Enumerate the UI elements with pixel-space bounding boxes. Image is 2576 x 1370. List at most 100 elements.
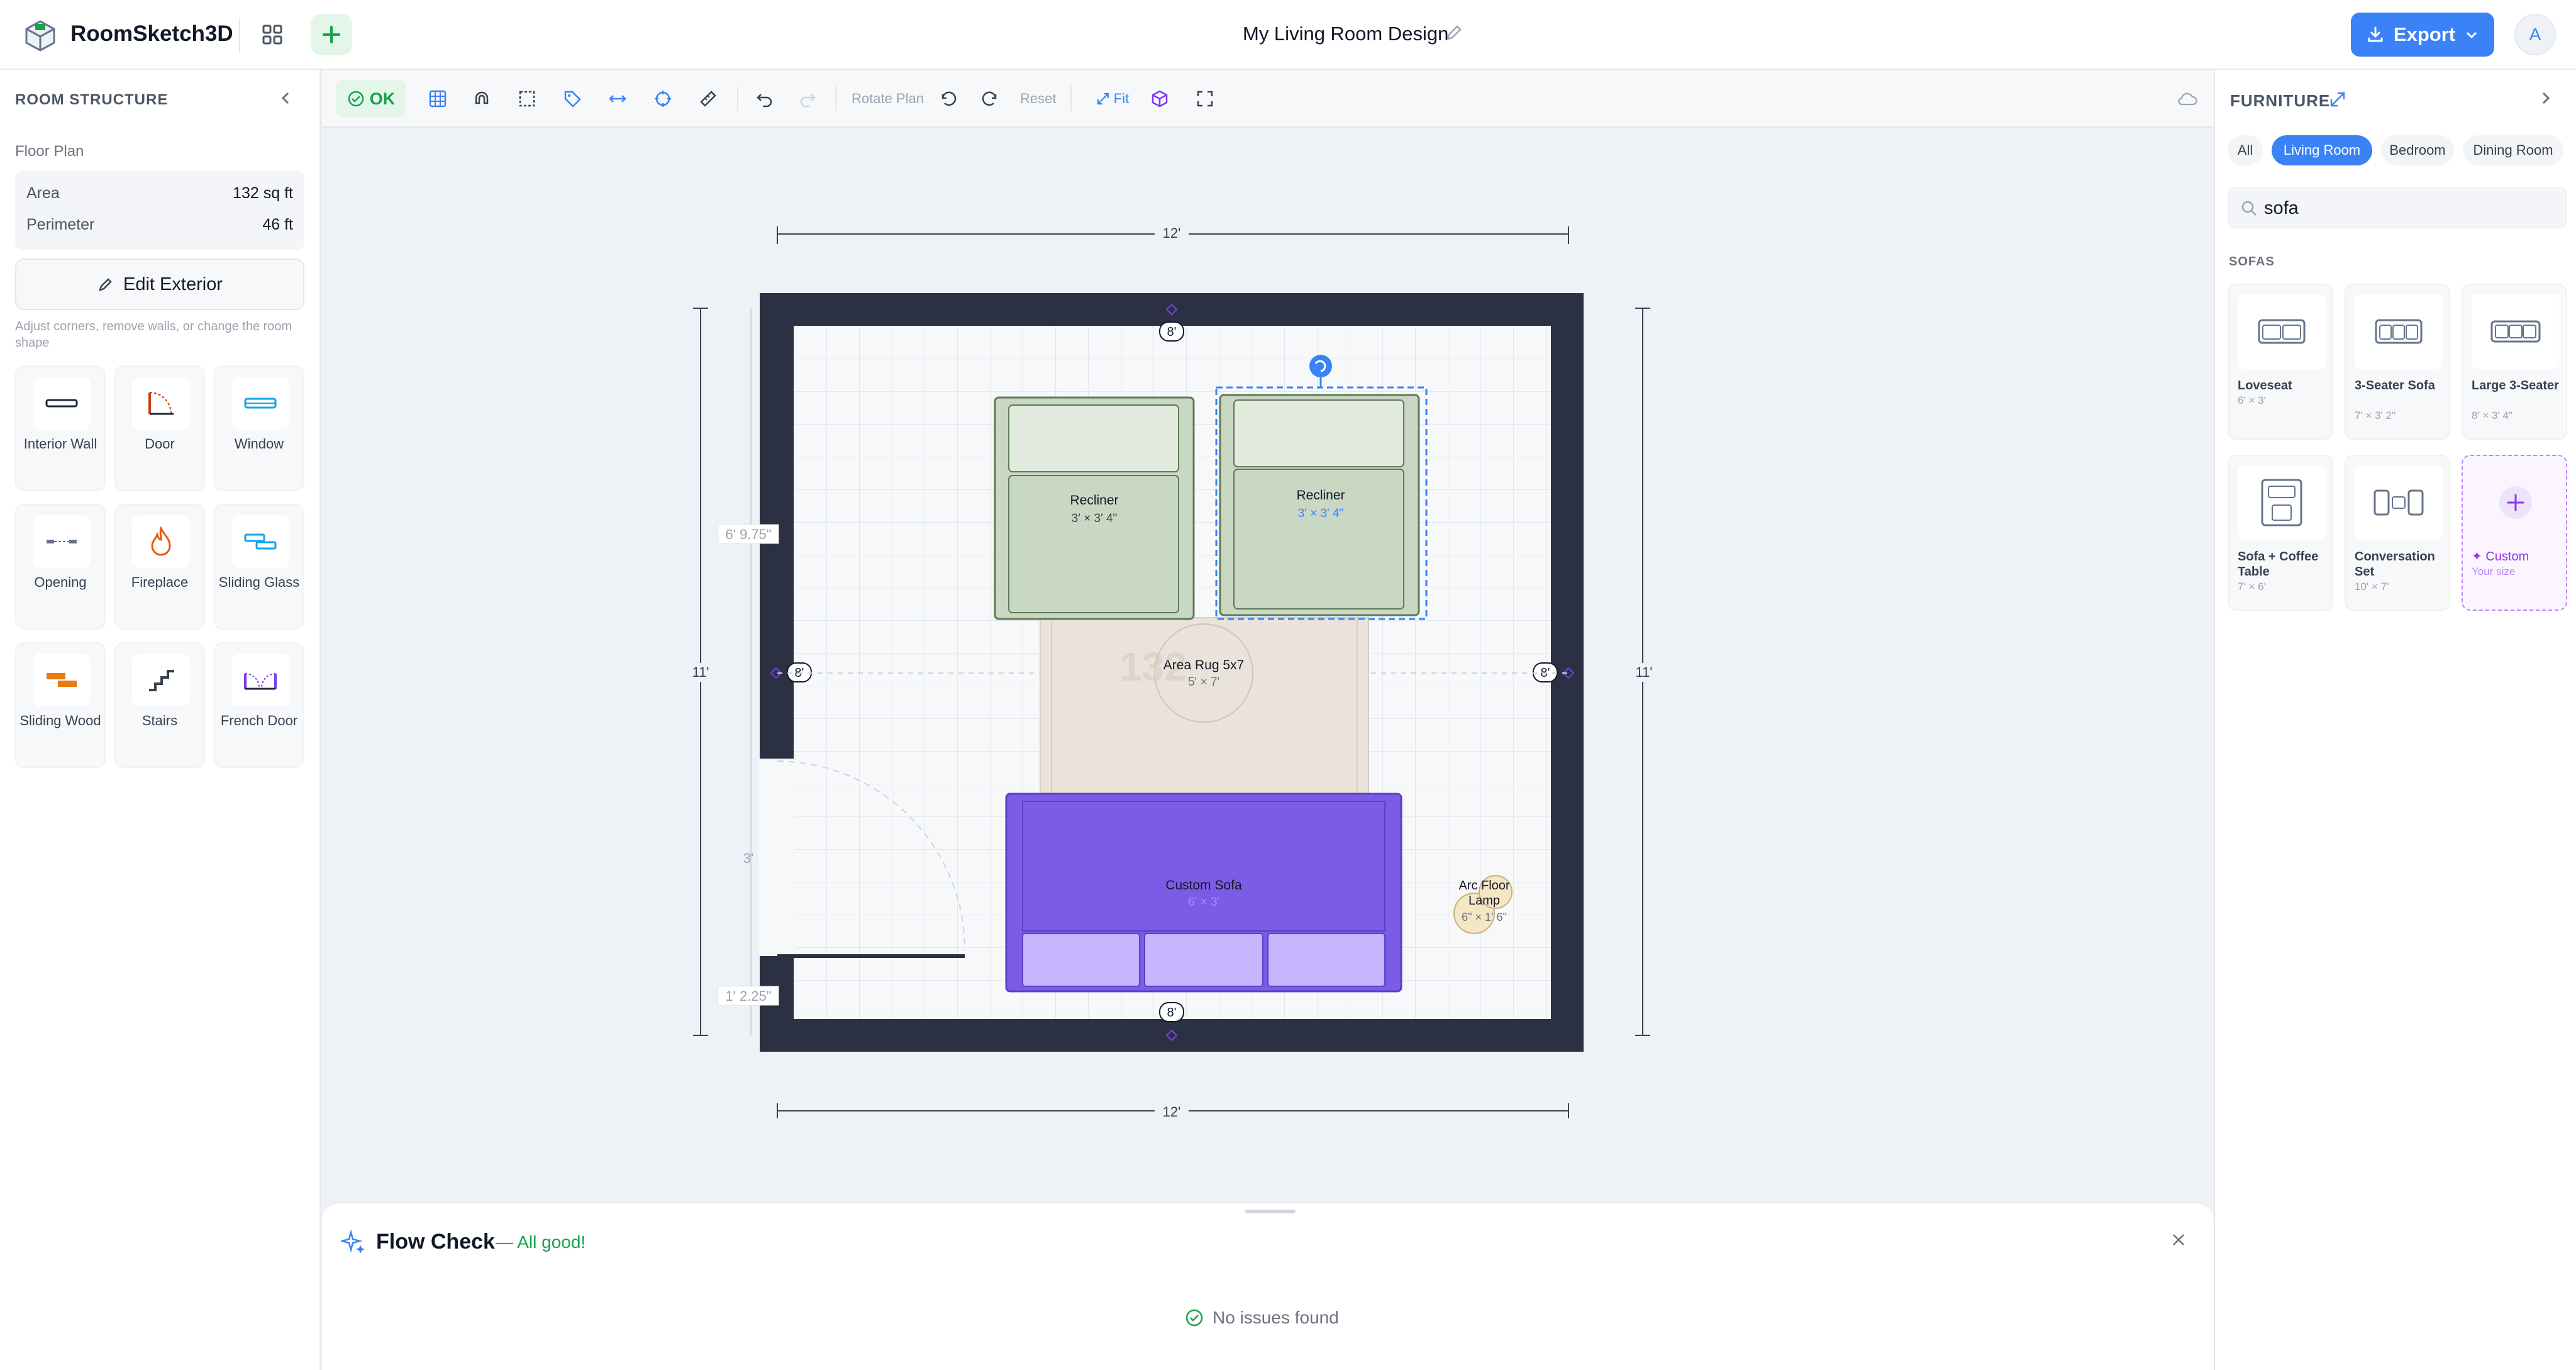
redo-button[interactable]	[790, 81, 825, 116]
reset-button[interactable]: Reset	[1020, 91, 1056, 107]
rug-dimensions: 5' × 7'	[1188, 676, 1219, 689]
tool-label: Door	[145, 436, 175, 452]
expand-icon	[2330, 92, 2345, 107]
panel-title: FURNITURE	[2230, 91, 2331, 110]
panel-title: ROOM STRUCTURE	[15, 91, 169, 108]
dim-top: 12'	[1163, 225, 1181, 241]
rug-name: Area Rug 5x7	[1163, 658, 1244, 672]
recliner-left-dimensions: 3' × 3' 4"	[1072, 512, 1118, 525]
collapse-left-button[interactable]	[277, 89, 296, 111]
grid-toggle-button[interactable]	[420, 81, 455, 116]
tool-window[interactable]: Window	[214, 365, 304, 491]
large-sofa-icon	[2472, 294, 2560, 369]
recliner-right-selected[interactable]: Recliner 3' × 3' 4"	[1215, 355, 1428, 620]
rotate-cw-icon	[982, 91, 997, 106]
select-area-button[interactable]	[509, 81, 545, 116]
rotate-handle[interactable]	[1309, 355, 1332, 377]
tool-french-door[interactable]: French Door	[214, 642, 304, 768]
measure-button[interactable]	[691, 81, 726, 116]
card-dims: 6' × 3'	[2238, 394, 2266, 406]
card-large-3-seater[interactable]: Large 3-Seater 8' × 3' 4"	[2462, 284, 2567, 440]
wall-length-bottom: 8'	[1167, 1006, 1177, 1020]
validation-ok-badge[interactable]: OK	[336, 80, 406, 118]
tool-stairs[interactable]: Stairs	[114, 642, 205, 768]
perimeter-label: Perimeter	[26, 216, 95, 233]
fit-button[interactable]: Fit	[1084, 81, 1141, 116]
card-name: 3-Seater Sofa	[2355, 379, 2435, 393]
tool-fireplace[interactable]: Fireplace	[114, 504, 205, 630]
cube-icon	[1152, 90, 1168, 108]
fit-icon	[1097, 92, 1109, 105]
card-custom[interactable]: ✦ Custom Your size	[2462, 455, 2567, 611]
close-flow-check-button[interactable]	[2170, 1231, 2187, 1252]
card-loveseat[interactable]: Loveseat 6' × 3'	[2228, 284, 2333, 440]
window-icon	[231, 377, 289, 430]
document-title[interactable]: My Living Room Design	[1243, 23, 1448, 45]
tool-interior-wall[interactable]: Interior Wall	[15, 365, 106, 491]
floor-plan-heading: Floor Plan	[15, 143, 84, 160]
chip-bedroom[interactable]: Bedroom	[2381, 135, 2454, 165]
sofa-dimensions: 6' × 3'	[1188, 896, 1219, 909]
recliner-left[interactable]: Recliner 3' × 3' 4"	[994, 396, 1195, 620]
segment-upper-length: 6' 9.75"	[725, 526, 771, 542]
new-project-button[interactable]	[311, 14, 352, 55]
avatar[interactable]: A	[2514, 14, 2556, 55]
area-rug[interactable]	[1040, 617, 1369, 794]
rotate-left-button[interactable]	[931, 81, 966, 116]
search-input[interactable]	[2264, 196, 2553, 221]
resize-handle[interactable]	[1245, 1210, 1296, 1213]
area-row: Area 132 sq ft	[26, 184, 293, 209]
tool-sliding-glass[interactable]: Sliding Glass	[214, 504, 304, 630]
tool-opening[interactable]: Opening	[15, 504, 106, 630]
opening-icon	[33, 515, 91, 568]
dim-left: 11'	[692, 664, 709, 680]
magnet-icon	[475, 91, 489, 104]
door-icon	[132, 377, 190, 430]
export-button[interactable]: Export	[2351, 13, 2494, 57]
furniture-panel: FURNITURE All Living Room Bedroom Dining…	[2214, 70, 2576, 1370]
card-sofa-coffee-table[interactable]: Sofa + Coffee Table 7' × 6'	[2228, 455, 2333, 611]
canvas-toolbar: OK Rotate Plan Reset Fit	[322, 70, 2214, 128]
tool-label: Stairs	[142, 713, 178, 728]
collapse-right-button[interactable]	[2536, 89, 2555, 111]
loveseat-icon	[2238, 294, 2326, 369]
rotate-right-button[interactable]	[972, 81, 1008, 116]
stairs-icon	[132, 654, 190, 706]
labels-toggle-button[interactable]	[555, 81, 590, 116]
area-label: Area	[26, 184, 60, 202]
tool-sliding-wood[interactable]: Sliding Wood	[15, 642, 106, 768]
card-dims: 8' × 3' 4"	[2472, 409, 2512, 421]
custom-sofa[interactable]: Custom Sofa 6' × 3'	[1005, 793, 1402, 993]
target-button[interactable]	[645, 81, 680, 116]
3d-view-button[interactable]	[1142, 81, 1177, 116]
tool-label: French Door	[220, 713, 298, 728]
perimeter-row: Perimeter 46 ft	[26, 216, 293, 241]
card-dims: 7' × 6'	[2238, 581, 2266, 593]
tool-label: Interior Wall	[23, 436, 97, 452]
cloud-sync-button[interactable]	[2170, 81, 2205, 116]
divider	[737, 86, 738, 111]
door-opening[interactable]	[758, 759, 795, 956]
card-3-seater-sofa[interactable]: 3-Seater Sofa 7' × 3' 2"	[2345, 284, 2450, 440]
pencil-icon	[99, 278, 112, 291]
sparkle-icon: ✦	[2472, 550, 2482, 564]
dimensions-toggle-button[interactable]	[600, 81, 635, 116]
edit-exterior-button[interactable]: Edit Exterior	[15, 259, 304, 310]
tool-label: Sliding Glass	[218, 574, 300, 590]
card-conversation-set[interactable]: Conversation Set 10' × 7'	[2345, 455, 2450, 611]
plus-icon	[2472, 465, 2560, 540]
chip-dining-room[interactable]: Dining Room	[2463, 135, 2563, 165]
undo-button[interactable]	[747, 81, 782, 116]
chip-all[interactable]: All	[2228, 135, 2263, 165]
flow-check-panel: Flow Check — All good! No issues found	[322, 1202, 2214, 1370]
tag-icon	[564, 91, 581, 108]
tool-label: Window	[234, 436, 284, 452]
fullscreen-button[interactable]	[1187, 81, 1223, 116]
chip-living-room[interactable]: Living Room	[2272, 135, 2372, 165]
expand-panel-button[interactable]	[2328, 90, 2347, 112]
rename-pencil-icon[interactable]	[1444, 23, 1464, 46]
magnet-snap-button[interactable]	[464, 81, 499, 116]
area-value: 132 sq ft	[233, 184, 293, 202]
tool-door[interactable]: Door	[114, 365, 205, 491]
projects-grid-button[interactable]	[253, 16, 292, 53]
